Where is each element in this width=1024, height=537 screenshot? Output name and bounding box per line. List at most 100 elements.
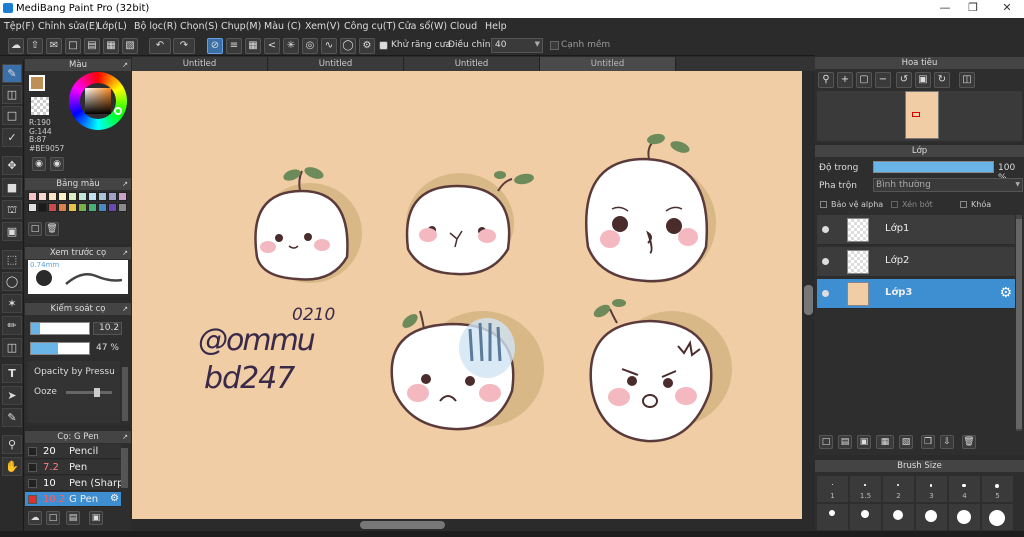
adjust-input[interactable]: 40 ▼ (491, 38, 543, 53)
brush-size-cell[interactable] (916, 504, 947, 530)
protect-alpha-checkbox[interactable] (820, 201, 827, 208)
divide-tool-icon[interactable]: ✎ (2, 408, 22, 427)
zoom-in-icon[interactable]: + (837, 72, 853, 88)
gear-icon[interactable]: ⚙ (110, 493, 119, 504)
menu-window[interactable]: Cửa sổ(W) (398, 21, 447, 32)
snap-vanish-icon[interactable]: < (264, 38, 280, 54)
menu-file[interactable]: Tệp(F) (4, 21, 35, 32)
expand-icon[interactable]: ↗ (122, 178, 128, 190)
palette-swatch[interactable] (68, 192, 77, 201)
palette-swatch[interactable] (118, 192, 127, 201)
navigator-preview[interactable] (817, 91, 1022, 141)
cloud-brush-icon[interactable]: ☁ (28, 511, 42, 525)
line-tool-icon[interactable]: ✓ (2, 128, 22, 147)
restore-button[interactable]: ❐ (958, 1, 988, 17)
magic-wand-icon[interactable]: ✶ (2, 294, 22, 313)
brush-size-cell[interactable]: 4 (949, 476, 980, 502)
menu-layer[interactable]: Lớp(L) (97, 21, 127, 32)
snap-off-icon[interactable]: ⊘ (207, 38, 223, 54)
canvas[interactable]: 0210 @ommu bd247 (132, 71, 802, 519)
gear-icon[interactable]: ⚙ (999, 285, 1012, 301)
brush-item[interactable]: 20 Pencil (25, 444, 121, 459)
minimize-button[interactable]: — (930, 1, 960, 17)
layer-row[interactable]: Lớp1 (817, 215, 1015, 245)
zoom-out-icon[interactable]: − (875, 72, 891, 88)
new-file-icon[interactable]: □ (65, 38, 81, 54)
smooth-checkbox[interactable] (550, 41, 559, 50)
menu-cloud[interactable]: Cloud (450, 21, 477, 32)
palette-swatch[interactable] (78, 192, 87, 201)
size-value[interactable]: 10.2 (93, 322, 122, 335)
tab-untitled-4[interactable]: Untitled (540, 57, 676, 71)
menu-color[interactable]: Màu (C) (264, 21, 301, 32)
hand-tool-icon[interactable]: ✋ (2, 457, 22, 476)
expand-icon[interactable]: ↗ (122, 247, 128, 259)
import-brush-icon[interactable]: ▤ (66, 511, 80, 525)
antialias-checkbox[interactable] (379, 41, 388, 50)
brush-tool-icon[interactable]: ✎ (2, 64, 22, 83)
hue-wheel[interactable] (69, 72, 127, 130)
fill-rect-tool-icon[interactable]: ■ (2, 178, 22, 197)
palette-swatch[interactable] (38, 203, 47, 212)
brush-item[interactable]: 7.2 Pen (25, 460, 121, 475)
lock-checkbox[interactable] (960, 201, 967, 208)
saturation-square[interactable] (85, 88, 111, 114)
background-color[interactable] (31, 97, 49, 115)
navigator-viewport[interactable] (912, 112, 920, 117)
brush-list-scrollbar[interactable] (121, 448, 128, 488)
foreground-color[interactable] (29, 75, 45, 91)
select-eraser-icon[interactable]: ◫ (2, 338, 22, 357)
snap-ellipse-icon[interactable]: ◯ (340, 38, 356, 54)
layers-scrollbar[interactable] (1016, 215, 1022, 445)
brush-item[interactable]: 10.2 G Pen ⚙ (25, 492, 121, 507)
brush-options-scrollbar[interactable] (122, 367, 128, 421)
palette-swatch[interactable] (28, 203, 37, 212)
menu-filter[interactable]: Bộ lọc(R) (134, 21, 177, 32)
palette-swatch[interactable] (98, 192, 107, 201)
grid-icon[interactable]: ▦ (103, 38, 119, 54)
new-halftone-layer-icon[interactable]: ▤ (838, 435, 852, 449)
palette-swatch[interactable] (118, 203, 127, 212)
palette-swatch[interactable] (28, 192, 37, 201)
add-brush-icon[interactable]: □ (46, 511, 60, 525)
menu-select[interactable]: Chọn(S) (180, 21, 218, 32)
select-pen-icon[interactable]: ✏ (2, 316, 22, 335)
eye-icon[interactable] (822, 226, 829, 233)
new-8bit-layer-icon[interactable]: ▣ (857, 435, 871, 449)
brush-size-cell[interactable]: 3 (916, 476, 947, 502)
folder-icon[interactable]: ▧ (899, 435, 913, 449)
palette-swatch[interactable] (108, 203, 117, 212)
canvas-hscroll[interactable] (132, 519, 802, 531)
brush-size-cell[interactable] (817, 504, 848, 530)
palette-swatch[interactable] (58, 203, 67, 212)
palette-swatch[interactable] (58, 192, 67, 201)
brush-item[interactable]: 10 Pen (Sharp) (25, 476, 121, 491)
color-palette-icon[interactable]: ◉ (32, 157, 46, 171)
trash-icon[interactable]: 🗑 (45, 222, 59, 236)
new-palette-icon[interactable]: □ (28, 222, 42, 236)
eye-icon[interactable] (822, 258, 829, 265)
new-layer-icon[interactable]: □ (819, 435, 833, 449)
flip-icon[interactable]: ◫ (959, 72, 975, 88)
hue-marker[interactable] (114, 107, 122, 115)
export-icon[interactable]: ⇧ (27, 38, 43, 54)
menu-capture[interactable]: Chụp(M) (221, 21, 261, 32)
brush-size-cell[interactable] (850, 504, 881, 530)
operation-tool-icon[interactable]: ➤ (2, 386, 22, 405)
color-pick-icon[interactable]: ◉ (50, 157, 64, 171)
brush-size-cell[interactable]: 1.5 (850, 476, 881, 502)
palette-swatch[interactable] (98, 203, 107, 212)
fullscreen-icon[interactable]: ▣ (915, 72, 931, 88)
size-slider[interactable] (30, 322, 90, 335)
canvas-vscroll[interactable] (802, 71, 815, 519)
palette-swatch[interactable] (68, 203, 77, 212)
menu-view[interactable]: Xem(V) (305, 21, 340, 32)
expand-icon[interactable]: ↗ (122, 59, 128, 71)
settings-icon[interactable]: ⚙ (359, 38, 375, 54)
menu-help[interactable]: Help (485, 21, 507, 32)
delete-brush-icon[interactable]: ▣ (89, 511, 103, 525)
layer-row[interactable]: Lớp2 (817, 247, 1015, 277)
snap-parallel-icon[interactable]: ≡ (226, 38, 242, 54)
palette-swatch[interactable] (78, 203, 87, 212)
rotate-left-icon[interactable]: ↺ (896, 72, 912, 88)
